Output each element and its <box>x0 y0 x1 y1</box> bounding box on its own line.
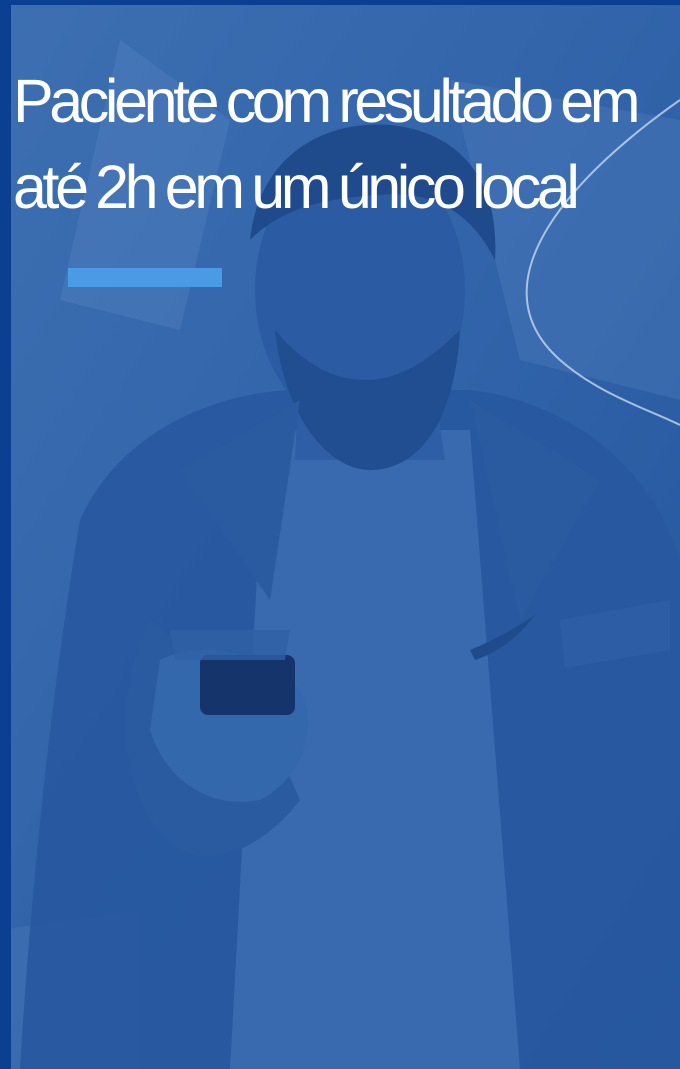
hero-headline: Paciente com resultado em até 2h em um ú… <box>13 67 641 221</box>
hero-banner: Paciente com resultado em até 2h em um ú… <box>0 0 680 1069</box>
accent-bar <box>68 268 222 287</box>
left-frame-border <box>0 0 11 1069</box>
top-frame-border <box>0 0 680 5</box>
